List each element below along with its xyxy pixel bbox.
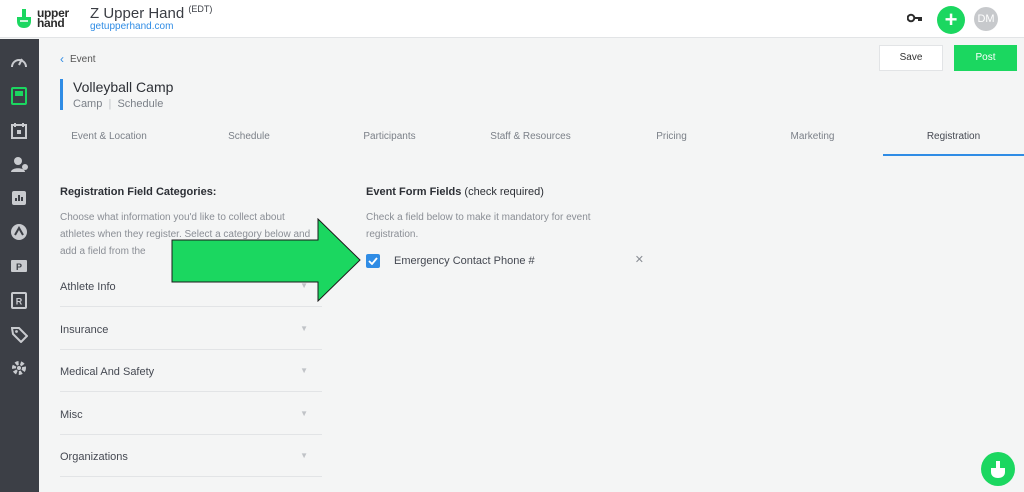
brand-timezone: (EDT) xyxy=(188,4,213,14)
form-fields-title: Event Form Fields (check required) xyxy=(366,186,544,198)
tab-staff-resources[interactable]: Staff & Resources xyxy=(460,126,601,156)
svg-text:P: P xyxy=(16,262,22,272)
dashboard-icon[interactable] xyxy=(10,53,28,71)
required-checkbox[interactable] xyxy=(366,254,380,268)
category-misc[interactable]: Misc ▼ xyxy=(60,405,322,435)
tab-participants[interactable]: Participants xyxy=(319,126,460,156)
pos-icon[interactable]: P xyxy=(10,257,28,275)
marketing-icon[interactable] xyxy=(10,223,28,241)
form-fields-description: Check a field below to make it mandatory… xyxy=(366,212,591,240)
checkmark-icon xyxy=(368,257,378,265)
chevron-down-icon: ▼ xyxy=(300,409,308,418)
category-organizations[interactable]: Organizations ▼ xyxy=(60,447,322,477)
tab-bar: Event & Location Schedule Participants S… xyxy=(39,126,1024,156)
help-button[interactable] xyxy=(981,452,1015,486)
event-header: Volleyball Camp Camp | Schedule xyxy=(60,79,173,110)
tab-marketing[interactable]: Marketing xyxy=(742,126,883,156)
logo-icon xyxy=(991,461,1005,478)
field-label: Emergency Contact Phone # xyxy=(394,255,535,267)
brand-url[interactable]: getupperhand.com xyxy=(90,21,212,32)
back-label: Event xyxy=(70,53,96,65)
save-button[interactable]: Save xyxy=(879,45,943,71)
brand: Z Upper Hand (EDT) getupperhand.com xyxy=(90,4,212,32)
calendar-icon[interactable] xyxy=(10,121,28,139)
chevron-left-icon: ‹ xyxy=(60,52,64,66)
categories-title: Registration Field Categories: xyxy=(60,186,217,198)
logo-icon xyxy=(17,9,31,28)
category-medical-safety[interactable]: Medical And Safety ▼ xyxy=(60,362,322,392)
tab-pricing[interactable]: Pricing xyxy=(601,126,742,156)
sidebar: P R xyxy=(0,39,39,492)
key-icon[interactable] xyxy=(907,12,923,24)
back-link[interactable]: ‹ Event xyxy=(60,52,96,66)
chevron-down-icon: ▼ xyxy=(300,451,308,460)
svg-text:R: R xyxy=(16,296,23,306)
tab-schedule[interactable]: Schedule xyxy=(179,126,319,156)
reports-icon[interactable] xyxy=(10,189,28,207)
avatar[interactable]: DM xyxy=(974,7,998,31)
post-button[interactable]: Post xyxy=(954,45,1017,71)
logo-text: upper hand xyxy=(37,6,69,30)
tags-icon[interactable] xyxy=(10,325,28,343)
resources-icon[interactable]: R xyxy=(10,291,28,309)
logo[interactable]: upper hand xyxy=(14,7,75,29)
add-button[interactable]: + xyxy=(937,6,965,34)
remove-field-icon[interactable]: ✕ xyxy=(635,253,644,266)
settings-icon[interactable] xyxy=(10,359,28,377)
chevron-down-icon: ▼ xyxy=(300,324,308,333)
event-subtitle: Camp | Schedule xyxy=(73,98,164,110)
page-title: Volleyball Camp xyxy=(73,79,174,95)
chevron-down-icon: ▼ xyxy=(300,366,308,375)
clients-icon[interactable] xyxy=(10,155,28,173)
tab-event-location[interactable]: Event & Location xyxy=(39,126,179,156)
events-icon[interactable] xyxy=(10,87,28,105)
tab-registration[interactable]: Registration xyxy=(883,126,1024,156)
brand-name: Z Upper Hand (EDT) xyxy=(90,4,213,22)
form-field-row: Emergency Contact Phone # ✕ xyxy=(366,253,644,269)
category-insurance[interactable]: Insurance ▼ xyxy=(60,320,322,350)
top-bar: upper hand Z Upper Hand (EDT) getupperha… xyxy=(0,0,1024,38)
annotation-arrow-icon xyxy=(171,218,361,302)
